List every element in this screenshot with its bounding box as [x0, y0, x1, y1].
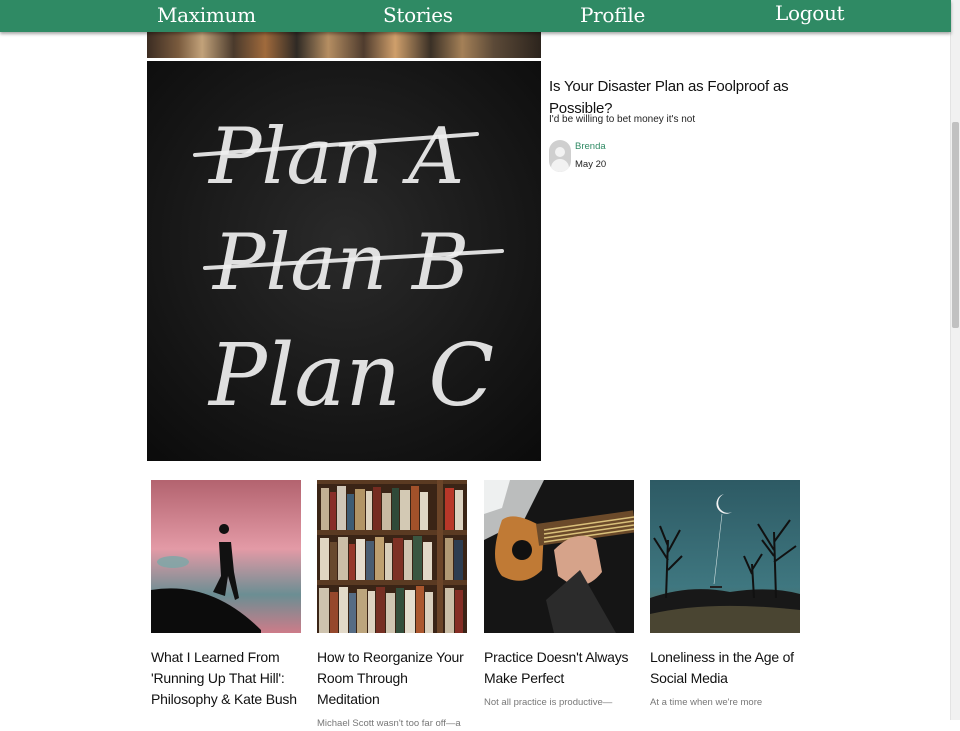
guitar-illustration	[484, 480, 634, 633]
previous-story-image-strip[interactable]	[147, 32, 541, 58]
avatar-body-shape	[551, 159, 569, 172]
story-card-excerpt	[151, 716, 301, 731]
story-card-excerpt: Not all practice is productive—here's ho…	[484, 697, 613, 708]
story-card-title[interactable]: What I Learned From 'Running Up That Hil…	[151, 647, 301, 710]
story-card[interactable]: Loneliness in the Age of Social Media At…	[650, 480, 800, 710]
moon-trees-illustration	[650, 480, 800, 633]
story-card-title[interactable]: Loneliness in the Age of Social Media	[650, 647, 800, 689]
nav-stories-link[interactable]: Stories	[383, 0, 453, 30]
hill-silhouette-illustration	[151, 480, 301, 633]
top-nav-bar: Maximum Stories Profile Logout	[0, 0, 951, 32]
featured-story-subtitle: I'd be willing to bet money it's not	[549, 114, 696, 125]
nav-profile-link[interactable]: Profile	[580, 0, 645, 30]
story-card[interactable]: Practice Doesn't Always Make Perfect Not…	[484, 480, 634, 710]
nav-logout-link[interactable]: Logout	[775, 0, 845, 28]
story-card-excerpt: At a time when we're more connected	[650, 697, 763, 708]
author-name-link[interactable]: Brenda	[575, 141, 606, 152]
story-card-image-guitar[interactable]	[484, 480, 634, 633]
chalk-line-plan-a: Plan A	[207, 112, 464, 202]
story-card-image-moon-trees[interactable]	[650, 480, 800, 633]
nav-brand-maximum[interactable]: Maximum	[157, 0, 256, 30]
story-card[interactable]: How to Reorganize Your Room Through Medi…	[317, 480, 467, 731]
featured-story-image[interactable]: Plan A Plan B Plan C	[147, 61, 541, 461]
author-avatar[interactable]	[549, 140, 571, 172]
avatar-head-shape	[555, 147, 565, 157]
chalk-line-plan-b: Plan B	[211, 218, 469, 308]
story-card-excerpt: Michael Scott wasn't too far off—a clean	[317, 718, 461, 729]
story-card[interactable]: What I Learned From 'Running Up That Hil…	[151, 480, 301, 731]
scrollbar-thumb[interactable]	[952, 122, 959, 328]
story-card-image-bookshelf[interactable]	[317, 480, 467, 633]
bookshelf-illustration	[317, 480, 467, 633]
story-card-image-hill[interactable]	[151, 480, 301, 633]
story-card-title[interactable]: Practice Doesn't Always Make Perfect	[484, 647, 634, 689]
chalk-line-plan-c: Plan C	[207, 326, 494, 426]
chalkboard-illustration: Plan A Plan B Plan C	[193, 112, 504, 426]
story-card-title[interactable]: How to Reorganize Your Room Through Medi…	[317, 647, 467, 710]
page-scrollbar[interactable]	[950, 0, 960, 720]
publish-date: May 20	[575, 159, 607, 170]
